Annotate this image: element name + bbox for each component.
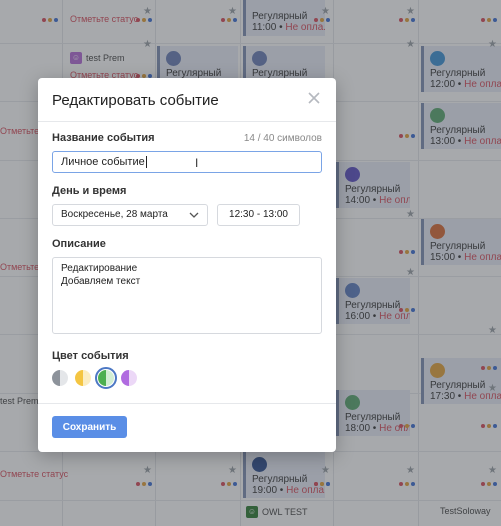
footer-divider <box>38 403 336 404</box>
chevron-down-icon <box>189 212 199 218</box>
date-dropdown[interactable]: Воскресенье, 28 марта <box>52 204 208 226</box>
description-line: Добавляем текст <box>61 276 141 287</box>
description-textarea[interactable]: Редактирование Добавляем текст <box>52 257 322 334</box>
dialog-header: Редактировать событие <box>38 78 336 122</box>
date-value: Воскресенье, 28 марта <box>61 209 168 220</box>
datetime-label: День и время <box>52 185 127 197</box>
text-cursor-icon: I <box>195 156 199 170</box>
char-counter: 14 / 40 символов <box>243 133 322 144</box>
event-name-label: Название события <box>52 132 155 144</box>
color-option-gray[interactable] <box>52 370 68 386</box>
event-name-input[interactable]: Личное событие <box>52 151 322 173</box>
event-color-label: Цвет события <box>52 350 129 362</box>
time-range-input[interactable]: 12:30 - 13:00 <box>217 204 300 226</box>
color-option-green[interactable] <box>95 367 117 389</box>
event-name-value: Личное событие <box>61 156 145 168</box>
color-picker <box>52 367 137 389</box>
description-line: Редактирование <box>61 263 138 274</box>
dialog-title: Редактировать событие <box>52 92 219 109</box>
color-option-purple[interactable] <box>121 370 137 386</box>
description-label: Описание <box>52 238 106 250</box>
color-option-yellow[interactable] <box>75 370 91 386</box>
edit-event-dialog: Редактировать событие Название события 1… <box>38 78 336 452</box>
save-button[interactable]: Сохранить <box>52 416 127 438</box>
close-icon[interactable] <box>306 90 322 106</box>
